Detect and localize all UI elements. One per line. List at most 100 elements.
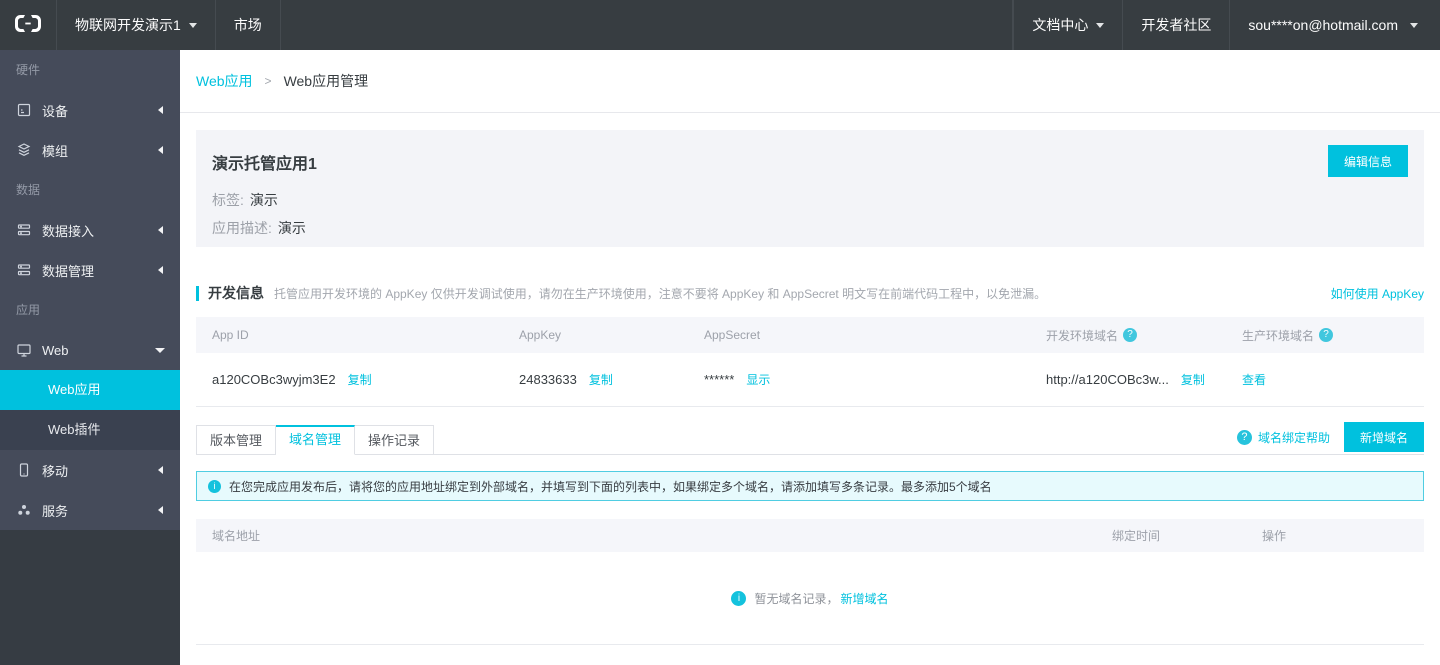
smartphone-icon (16, 462, 32, 478)
appkey-help-link[interactable]: 如何使用 AppKey (1331, 285, 1424, 302)
sidebar-menu: 硬件 设备 模组 数据 数据接入 数据管理 应用 Web Web应用 Web插件… (0, 50, 180, 530)
account-label: sou****on@hotmail.com (1248, 17, 1398, 33)
col-app-secret: AppSecret (704, 328, 761, 342)
doc-center-label: 文档中心 (1032, 17, 1089, 33)
nav-spacer (281, 0, 1014, 50)
col-app-key: AppKey (519, 328, 562, 342)
sidebar-item-web[interactable]: Web (0, 330, 180, 370)
tag-value: 演示 (249, 192, 278, 208)
dev-domain-cell: http://a120COBc3w... 复制 (1030, 371, 1226, 388)
sidebar-item-device[interactable]: 设备 (0, 90, 180, 130)
col-action: 操作 (1262, 529, 1287, 543)
sidebar-item-mobile[interactable]: 移动 (0, 450, 180, 490)
app-id-cell: a120COBc3wyjm3E2 复制 (196, 371, 503, 388)
empty-add-domain-link[interactable]: 新增域名 (841, 590, 889, 607)
copy-app-id-link[interactable]: 复制 (348, 371, 372, 388)
col-app-id: App ID (212, 328, 249, 342)
chevron-expanded-icon (155, 347, 165, 353)
account-menu[interactable]: sou****on@hotmail.com (1229, 0, 1440, 50)
iot-console-app: 物联网开发演示1 市场 文档中心 开发者社区 sou****on@hotmail… (0, 0, 1440, 665)
desc-label: 应用描述: (212, 220, 272, 236)
app-tag-row: 标签: 演示 (212, 186, 1408, 214)
domain-table-header: 域名地址 绑定时间 操作 (196, 519, 1424, 552)
market-label: 市场 (233, 17, 262, 33)
app-key-value: 24833633 (519, 372, 577, 387)
tab-domain-mgmt[interactable]: 域名管理 (276, 425, 356, 455)
sidebar-item-label: 设备 (42, 103, 69, 119)
sidebar: 硬件 设备 模组 数据 数据接入 数据管理 应用 Web Web应用 Web插件… (0, 50, 180, 665)
breadcrumb-parent-link[interactable]: Web应用 (196, 71, 253, 91)
col-prod-domain-label: 生产环境域名 (1242, 328, 1315, 343)
chevron-collapsed-icon (158, 466, 163, 474)
tab-operation-log[interactable]: 操作记录 (355, 425, 435, 455)
sidebar-item-service[interactable]: 服务 (0, 490, 180, 530)
col-domain-address: 域名地址 (212, 529, 261, 543)
dev-info-subtitle: 托管应用开发环境的 AppKey 仅供开发调试使用，请勿在生产环境使用，注意不要… (274, 286, 1047, 301)
chevron-collapsed-icon (158, 146, 163, 154)
domain-notice-text: 在您完成应用发布后，请将您的应用地址绑定到外部域名，并填写到下面的列表中，如果绑… (229, 479, 992, 494)
sidebar-filler (0, 530, 180, 665)
dev-info-table: App ID AppKey AppSecret 开发环境域名 ? 生产环境域名 … (196, 317, 1424, 407)
chevron-collapsed-icon (158, 106, 163, 114)
empty-state: i 暂无域名记录， 新增域名 (196, 552, 1424, 645)
app-secret-masked: ****** (704, 372, 735, 387)
dev-info-title: 开发信息 (208, 285, 264, 301)
sidebar-item-label: 数据管理 (42, 263, 95, 279)
sidebar-section-app: 应用 (16, 303, 41, 317)
sidebar-section-data: 数据 (16, 183, 41, 197)
sidebar-item-data-mgmt[interactable]: 数据管理 (0, 250, 180, 290)
tabs-actions: ? 域名绑定帮助 新增域名 (1236, 422, 1424, 452)
chevron-collapsed-icon (158, 226, 163, 234)
add-domain-button[interactable]: 新增域名 (1344, 422, 1424, 452)
product-switcher-label: 物联网开发演示1 (75, 17, 181, 33)
app-title: 演示托管应用1 (212, 156, 317, 173)
sidebar-item-label: Web (42, 342, 69, 358)
domain-bind-help-link[interactable]: 域名绑定帮助 (1258, 429, 1330, 446)
monitor-icon (16, 342, 32, 358)
chevron-down-icon (1410, 22, 1418, 28)
app-summary-card: 演示托管应用1 标签: 演示 应用描述: 演示 编辑信息 (196, 130, 1424, 247)
sidebar-item-module[interactable]: 模组 (0, 130, 180, 170)
view-prod-domain-link[interactable]: 查看 (1242, 371, 1266, 388)
nav-item-market[interactable]: 市场 (216, 0, 281, 50)
table-row: a120COBc3wyjm3E2 复制 24833633 复制 ****** 显… (196, 353, 1424, 407)
content-area: Web应用 > Web应用管理 演示托管应用1 标签: 演示 应用描述: 演示 编辑… (180, 50, 1440, 665)
help-question-icon[interactable]: ? (1319, 328, 1334, 342)
copy-dev-domain-link[interactable]: 复制 (1181, 371, 1205, 388)
product-switcher[interactable]: 物联网开发演示1 (57, 0, 216, 50)
sidebar-item-label: 模组 (42, 143, 69, 159)
chevron-down-icon (1096, 22, 1105, 28)
top-nav: 物联网开发演示1 市场 文档中心 开发者社区 sou****on@hotmail… (0, 0, 1440, 50)
col-dev-domain-label: 开发环境域名 (1046, 328, 1119, 343)
col-prod-domain: 生产环境域名 ? (1226, 327, 1424, 344)
nav-item-community[interactable]: 开发者社区 (1122, 0, 1229, 50)
dev-domain-value: http://a120COBc3w... (1046, 372, 1169, 387)
tab-version-mgmt[interactable]: 版本管理 (196, 425, 277, 455)
edit-info-button[interactable]: 编辑信息 (1328, 145, 1408, 177)
show-secret-link[interactable]: 显示 (746, 371, 770, 388)
help-question-icon[interactable]: ? (1123, 328, 1138, 342)
tabs-bar: 版本管理 域名管理 操作记录 ? 域名绑定帮助 新增域名 (196, 422, 1424, 455)
people-group-icon (16, 502, 32, 518)
desc-value: 演示 (277, 220, 306, 236)
chevron-down-icon (188, 22, 197, 28)
dev-info-header: 开发信息 托管应用开发环境的 AppKey 仅供开发调试使用，请勿在生产环境使用… (196, 283, 1424, 303)
help-question-icon[interactable]: ? (1236, 429, 1252, 445)
copy-app-key-link[interactable]: 复制 (589, 371, 613, 388)
col-bind-time: 绑定时间 (1112, 529, 1161, 543)
module-layers-icon (16, 142, 32, 158)
breadcrumb-separator: > (264, 74, 272, 88)
main-layout: 硬件 设备 模组 数据 数据接入 数据管理 应用 Web Web应用 Web插件… (0, 50, 1440, 665)
tabs: 版本管理 域名管理 操作记录 (196, 425, 435, 455)
domain-table: 域名地址 绑定时间 操作 i 暂无域名记录， 新增域名 (196, 519, 1424, 645)
brand-logo[interactable] (0, 0, 57, 50)
tag-label: 标签: (212, 192, 244, 208)
chevron-collapsed-icon (158, 506, 163, 514)
nav-item-doc-center[interactable]: 文档中心 (1013, 0, 1122, 50)
sidebar-item-data-access[interactable]: 数据接入 (0, 210, 180, 250)
info-icon: i (731, 590, 747, 606)
sidebar-item-label: 移动 (42, 463, 69, 479)
sidebar-subitem-web-app[interactable]: Web应用 (0, 370, 180, 410)
sidebar-subitem-web-plugin[interactable]: Web插件 (0, 410, 180, 450)
database-icon (16, 222, 32, 238)
